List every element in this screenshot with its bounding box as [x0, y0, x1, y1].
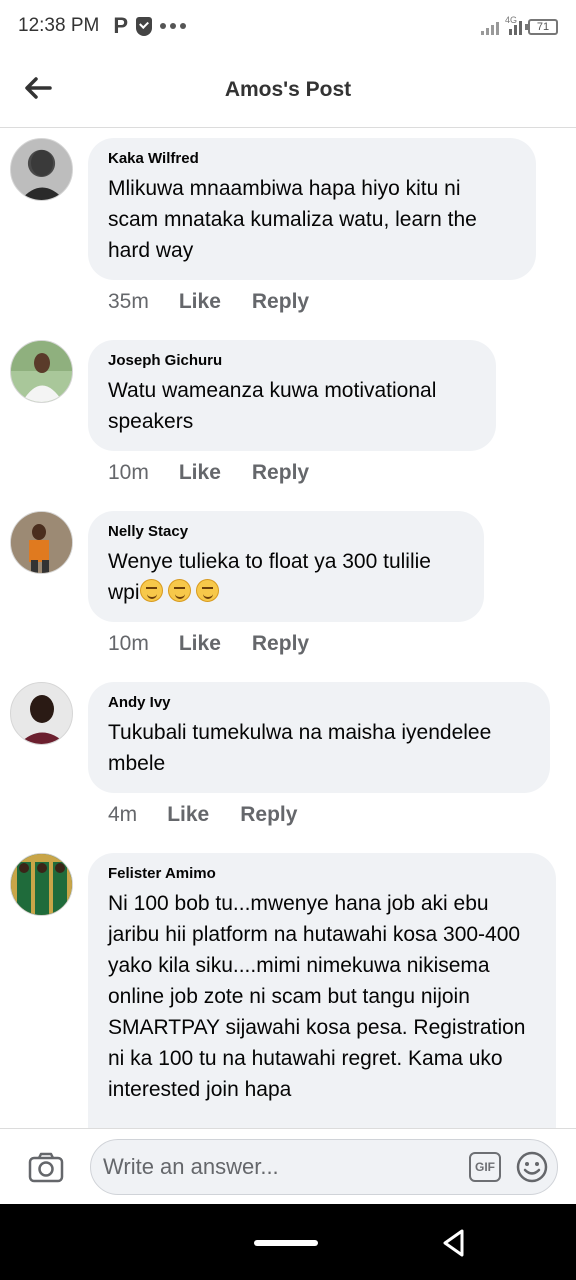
reply-button[interactable]: Reply: [252, 290, 309, 314]
comment-author[interactable]: Andy Ivy: [108, 694, 530, 711]
comment-author[interactable]: Kaka Wilfred: [108, 150, 516, 167]
comment-time: 4m: [108, 803, 138, 826]
battery-icon: 71: [525, 19, 558, 35]
camera-button[interactable]: [28, 1151, 64, 1183]
back-button[interactable]: [20, 70, 56, 106]
shield-icon: [136, 16, 153, 36]
smirk-emoji-icon: [167, 579, 191, 602]
emoji-button[interactable]: [515, 1150, 549, 1184]
reply-button[interactable]: Reply: [252, 461, 309, 485]
avatar[interactable]: [10, 511, 73, 574]
comment-author[interactable]: Felister Amimo: [108, 865, 536, 882]
comment-actions: 4m Like Reply: [108, 803, 328, 827]
comment-bubble[interactable]: Felister Amimo Ni 100 bob tu...mwenye ha…: [88, 853, 556, 1128]
camera-icon: [28, 1152, 64, 1183]
smirk-emoji-icon: [195, 579, 219, 602]
avatar[interactable]: [10, 682, 73, 745]
reply-button[interactable]: Reply: [240, 803, 297, 827]
person-photo-icon: [11, 512, 72, 573]
reply-button[interactable]: Reply: [252, 632, 309, 656]
comment-time: 35m: [108, 290, 149, 313]
like-button[interactable]: Like: [179, 290, 221, 314]
status-bar: 12:38 PM P 4G 71: [0, 0, 576, 52]
avatar[interactable]: [10, 340, 73, 403]
comment-text: Mlikuwa mnaambiwa hapa hiyo kitu ni scam…: [108, 177, 477, 262]
avatar[interactable]: [10, 138, 73, 201]
like-button[interactable]: Like: [179, 632, 221, 656]
comment-bubble[interactable]: Nelly Stacy Wenye tulieka to float ya 30…: [88, 511, 484, 622]
like-button[interactable]: Like: [179, 461, 221, 485]
comment-author[interactable]: Joseph Gichuru: [108, 352, 476, 369]
network-type: 4G: [504, 15, 517, 25]
answer-input[interactable]: [103, 1154, 433, 1180]
comment-time: 10m: [108, 461, 149, 484]
page-title: Amos's Post: [224, 77, 352, 101]
home-gesture-pill[interactable]: [254, 1240, 318, 1246]
person-photo-icon: [11, 854, 72, 915]
more-notifications-icon: [160, 23, 187, 29]
person-photo-icon: [11, 341, 72, 402]
comment-text: Ni 100 bob tu...mwenye hana job aki ebu …: [108, 892, 526, 1101]
smiley-icon: [516, 1151, 548, 1183]
like-button[interactable]: Like: [167, 803, 209, 827]
smirk-emoji-icon: [139, 579, 163, 602]
comment-actions: 10m Like Reply: [108, 461, 340, 485]
triangle-back-icon: [443, 1229, 464, 1257]
comment-bubble[interactable]: Andy Ivy Tukubali tumekulwa na maisha iy…: [88, 682, 550, 793]
comment-list: Kaka Wilfred Mlikuwa mnaambiwa hapa hiyo…: [0, 128, 576, 1128]
person-photo-icon: [20, 150, 65, 200]
comment-bubble[interactable]: Joseph Gichuru Watu wameanza kuwa motiva…: [88, 340, 496, 451]
comment-actions: 10m Like Reply: [108, 632, 340, 656]
comment-text: Wenye tulieka to float ya 300 tulilie wp…: [108, 546, 464, 608]
comment-actions: 35m Like Reply: [108, 290, 340, 314]
comment-author[interactable]: Nelly Stacy: [108, 523, 464, 540]
arrow-left-icon: [25, 77, 52, 99]
comment-bubble[interactable]: Kaka Wilfred Mlikuwa mnaambiwa hapa hiyo…: [88, 138, 536, 280]
system-navigation-bar: [0, 1204, 576, 1280]
status-time: 12:38 PM: [18, 15, 100, 36]
gif-button[interactable]: GIF: [469, 1152, 501, 1182]
avatar[interactable]: [10, 853, 73, 916]
answer-input-box[interactable]: GIF: [90, 1139, 558, 1195]
answer-composer: GIF: [0, 1128, 576, 1204]
wifi-signal-icon: [480, 17, 499, 35]
system-back-button[interactable]: [438, 1226, 472, 1260]
comment-text: Watu wameanza kuwa motivational speakers: [108, 379, 437, 433]
comment-text: Tukubali tumekulwa na maisha iyendelee m…: [108, 721, 492, 775]
post-header: Amos's Post: [0, 52, 576, 128]
p-app-icon: P: [113, 13, 129, 38]
comment-time: 10m: [108, 632, 149, 655]
person-photo-icon: [19, 695, 66, 744]
